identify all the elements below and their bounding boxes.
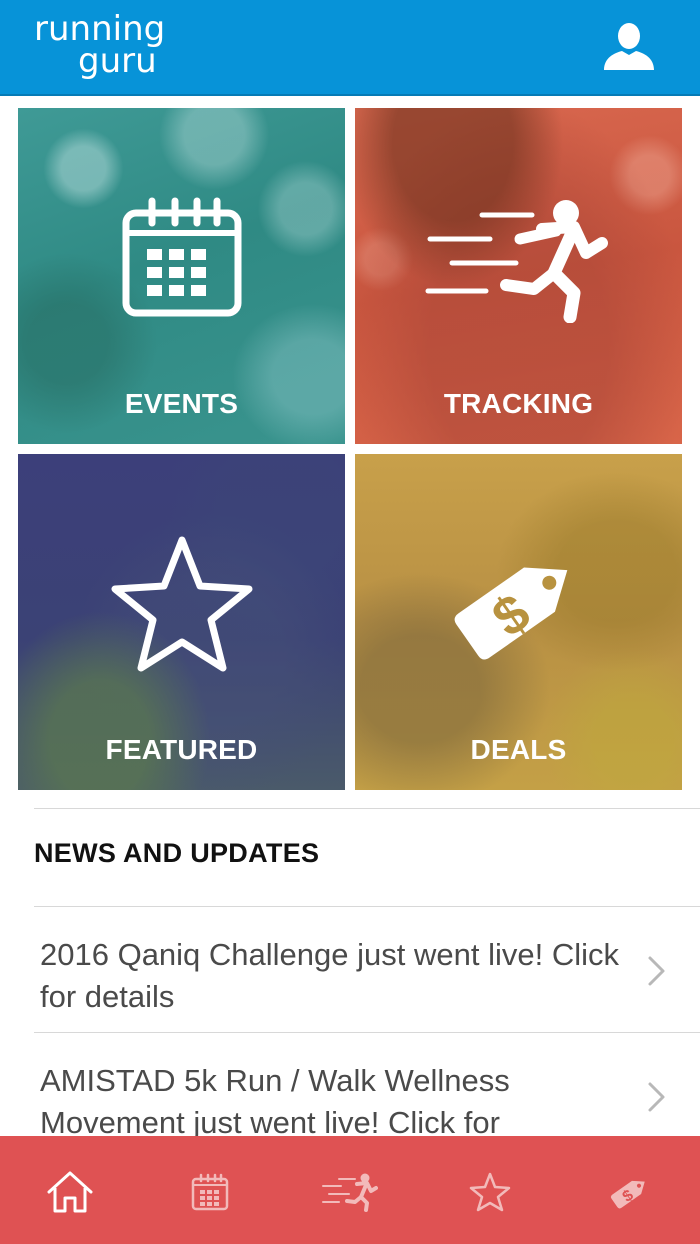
divider — [34, 906, 700, 907]
app-logo: running guru — [34, 6, 204, 86]
tab-deals[interactable]: $ — [602, 1164, 658, 1220]
tab-tracking[interactable] — [320, 1164, 380, 1220]
events-tile[interactable]: EVENTS — [18, 108, 345, 444]
news-item-text: AMISTAD 5k Run / Walk Wellness Movement … — [40, 1063, 510, 1140]
feature-grid: EVENTS TRACKING FEATURED $ DEALS — [18, 108, 682, 790]
news-item-text: 2016 Qaniq Challenge just went live! Cli… — [40, 937, 619, 1014]
featured-tile[interactable]: FEATURED — [18, 454, 345, 790]
divider — [34, 808, 700, 809]
tile-label: FEATURED — [105, 734, 258, 765]
tile-label: EVENTS — [124, 388, 239, 419]
tile-label: TRACKING — [443, 388, 594, 419]
deals-tile[interactable]: $ DEALS — [355, 454, 682, 790]
tab-home[interactable] — [42, 1164, 98, 1220]
star-icon — [111, 536, 252, 672]
calendar-icon — [191, 1173, 229, 1211]
price-tag-icon: $ — [454, 567, 567, 660]
tracking-tile[interactable]: TRACKING — [355, 108, 682, 444]
app-header: running guru — [0, 0, 700, 96]
tile-label: DEALS — [470, 734, 567, 765]
logo-text-line2: guru — [78, 41, 157, 81]
bottom-tab-bar: $ — [0, 1136, 700, 1244]
news-section-title: NEWS AND UPDATES — [34, 838, 320, 868]
news-item[interactable]: 2016 Qaniq Challenge just went live! Cli… — [0, 908, 700, 1032]
chevron-right-icon — [648, 1082, 665, 1112]
runner-icon — [425, 200, 608, 323]
home-icon — [47, 1171, 93, 1213]
price-tag-icon: $ — [610, 1180, 645, 1209]
chevron-right-icon — [648, 956, 665, 986]
star-icon — [469, 1172, 511, 1212]
tab-events[interactable] — [182, 1164, 238, 1220]
runner-icon — [322, 1173, 378, 1212]
divider — [34, 1032, 700, 1033]
user-icon — [604, 23, 654, 70]
profile-button[interactable] — [596, 16, 662, 78]
tab-featured[interactable] — [462, 1164, 518, 1220]
calendar-icon — [122, 197, 241, 317]
